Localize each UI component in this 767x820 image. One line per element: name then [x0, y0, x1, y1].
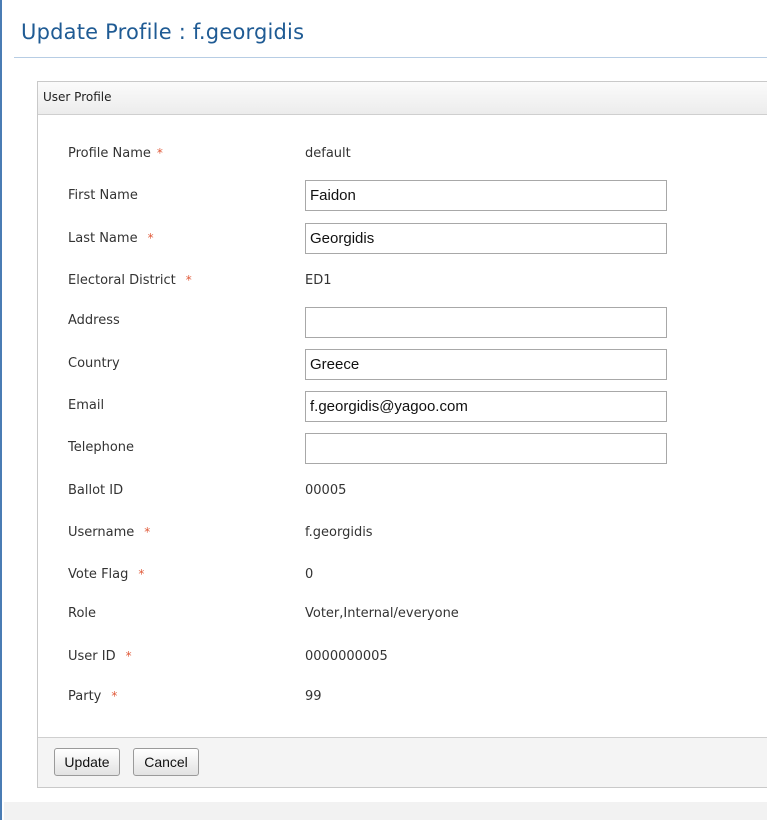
form-footer: Update Cancel: [38, 737, 767, 787]
last-name-label-text: Last Name: [68, 231, 138, 246]
country-label: Country: [68, 356, 120, 371]
title-divider: [14, 57, 767, 58]
username-label: Username *: [68, 525, 150, 540]
address-input[interactable]: [305, 307, 667, 338]
first-name-input[interactable]: [305, 180, 667, 211]
country-label-text: Country: [68, 356, 120, 371]
last-name-input[interactable]: [305, 223, 667, 254]
page-bottom-area: [4, 802, 767, 820]
first-name-label-text: First Name: [68, 188, 138, 203]
update-button[interactable]: Update: [54, 748, 120, 776]
vote-flag-value: 0: [305, 567, 314, 582]
telephone-input[interactable]: [305, 433, 667, 464]
user-id-value: 0000000005: [305, 649, 388, 664]
required-marker: *: [156, 146, 163, 160]
panel-header: User Profile: [38, 82, 767, 115]
ballot-id-label-text: Ballot ID: [68, 483, 124, 498]
address-label: Address: [68, 313, 120, 328]
email-label: Email: [68, 398, 104, 413]
party-value: 99: [305, 689, 322, 704]
first-name-label: First Name: [68, 188, 138, 203]
ballot-id-label: Ballot ID: [68, 483, 123, 498]
username-value: f.georgidis: [305, 525, 373, 540]
profile-name-label: Profile Name *: [68, 146, 163, 161]
role-label-text: Role: [68, 606, 97, 621]
electoral-district-label-text: Electoral District: [68, 273, 176, 288]
required-marker: *: [111, 689, 118, 703]
page-title: Update Profile : f.georgidis: [21, 20, 305, 44]
telephone-label: Telephone: [68, 440, 134, 455]
party-label: Party *: [68, 689, 117, 704]
required-marker: *: [138, 567, 145, 581]
ballot-id-value: 00005: [305, 483, 347, 498]
email-label-text: Email: [68, 398, 105, 413]
telephone-label-text: Telephone: [68, 440, 135, 455]
user-id-label-text: User ID: [68, 649, 116, 664]
user-profile-panel: User Profile Profile Name * default First…: [37, 81, 767, 788]
email-input[interactable]: [305, 391, 667, 422]
cancel-button[interactable]: Cancel: [133, 748, 199, 776]
required-marker: *: [144, 525, 151, 539]
party-label-text: Party: [68, 689, 102, 704]
update-profile-page: Update Profile : f.georgidis User Profil…: [0, 0, 767, 820]
country-input[interactable]: [305, 349, 667, 380]
role-value: Voter,Internal/everyone: [305, 606, 459, 621]
profile-name-value: default: [305, 146, 351, 161]
profile-name-label-text: Profile Name: [68, 146, 151, 161]
panel-header-label: User Profile: [43, 90, 112, 104]
required-marker: *: [147, 231, 154, 245]
required-marker: *: [125, 649, 132, 663]
required-marker: *: [185, 273, 192, 287]
last-name-label: Last Name *: [68, 231, 154, 246]
electoral-district-label: Electoral District *: [68, 273, 192, 288]
username-label-text: Username: [68, 525, 135, 540]
address-label-text: Address: [68, 313, 120, 328]
user-id-label: User ID *: [68, 649, 132, 664]
vote-flag-label-text: Vote Flag: [68, 567, 129, 582]
role-label: Role: [68, 606, 96, 621]
electoral-district-value: ED1: [305, 273, 332, 288]
vote-flag-label: Vote Flag *: [68, 567, 144, 582]
